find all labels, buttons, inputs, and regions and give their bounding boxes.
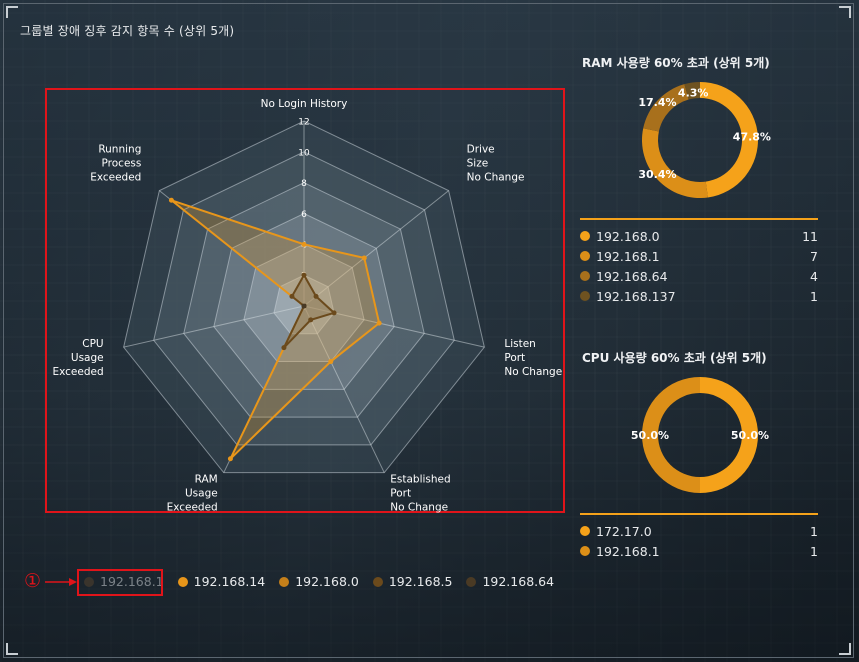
radar-axis-label: No Login History xyxy=(261,98,348,110)
callout-number: ① xyxy=(24,570,42,592)
radar-tick-label: 12 xyxy=(298,118,309,128)
list-item: 192.168.64 4 xyxy=(580,266,818,286)
ram-panel-title: RAM 사용량 60% 초과 (상위 5개) xyxy=(582,56,770,70)
radar-axis-label: Port xyxy=(504,352,525,364)
legend-label: 192.168.5 xyxy=(388,574,453,589)
legend-label: 192.168.64 xyxy=(482,574,555,589)
legend-item-192-168-5[interactable]: 192.168.5 xyxy=(372,574,453,589)
radar-point xyxy=(361,255,367,261)
legend-dot-icon xyxy=(580,271,590,281)
legend-dot-icon xyxy=(580,546,590,556)
radar-axis-label: Usage xyxy=(71,352,104,364)
list-item-count: 1 xyxy=(810,523,818,539)
donut-percent-label: 17.4% xyxy=(638,96,676,109)
ram-donut-chart: 47.8% 30.4% 17.4%4.3% xyxy=(638,82,771,198)
callout-arrow-icon xyxy=(45,578,77,586)
radar-axis-label: Running xyxy=(98,144,141,156)
radar-axis-label: No Change xyxy=(467,172,525,184)
list-item-ip: 172.17.0 xyxy=(596,523,652,539)
donut-slice xyxy=(642,128,708,198)
list-item-count: 1 xyxy=(810,288,818,304)
radar-axis-label: CPU xyxy=(82,338,103,350)
radar-axis-label: Port xyxy=(390,488,411,500)
radar-axis-label: Drive xyxy=(467,144,495,156)
cpu-legend-list: 172.17.0 1 192.168.1 1 xyxy=(580,521,818,561)
donut-percent-label: 50.0% xyxy=(631,429,669,442)
cpu-divider xyxy=(580,513,818,515)
cpu-donut-chart: 50.0% 50.0% xyxy=(631,377,769,493)
radar-point xyxy=(328,359,334,365)
list-item: 192.168.137 1 xyxy=(580,286,818,306)
radar-axis-label: Exceeded xyxy=(52,366,103,378)
radar-axis-label: RAM xyxy=(195,474,218,486)
radar-point xyxy=(289,293,295,299)
radar-tick-label: 10 xyxy=(298,148,310,158)
radar-series xyxy=(301,303,307,309)
legend-dot-icon xyxy=(279,576,290,587)
radar-point xyxy=(301,272,307,278)
radar-axis-label: Usage xyxy=(185,488,218,500)
radar-point xyxy=(227,456,233,462)
list-item-count: 7 xyxy=(810,248,818,264)
radar-point xyxy=(168,197,174,203)
legend-dot-icon xyxy=(372,576,383,587)
list-item-ip: 192.168.64 xyxy=(596,268,668,284)
radar-axis-label: Exceeded xyxy=(90,172,141,184)
list-item-ip: 192.168.1 xyxy=(596,543,660,559)
radar-axis-label: Established xyxy=(390,474,450,486)
legend-label: 192.168.0 xyxy=(295,574,359,589)
ram-legend-list: 192.168.0 11 192.168.1 7 192.168.64 4 192.168.… xyxy=(580,226,818,306)
radar-axis-label: No Change xyxy=(504,366,562,378)
radar-point xyxy=(281,345,287,351)
list-item-ip: 192.168.137 xyxy=(596,288,676,304)
legend-highlight-box xyxy=(77,569,163,596)
donut-percent-label: 30.4% xyxy=(638,168,676,181)
radar-axis-label: Size xyxy=(467,158,489,170)
ram-divider xyxy=(580,218,818,220)
radar-point xyxy=(301,241,307,247)
list-item: 192.168.0 11 xyxy=(580,226,818,246)
donut-percent-label: 47.8% xyxy=(733,131,771,144)
radar-point xyxy=(301,303,307,309)
radar-axis-label: Exceeded xyxy=(167,502,218,514)
list-item-ip: 192.168.0 xyxy=(596,228,660,244)
donut-percent-label: 4.3% xyxy=(678,86,709,99)
cpu-panel-title: CPU 사용량 60% 초과 (상위 5개) xyxy=(582,351,767,365)
radar-axis-label: No Change xyxy=(390,502,448,514)
radar-axis-label: Listen xyxy=(504,338,535,350)
legend-dot-icon xyxy=(177,576,188,587)
legend-dot-icon xyxy=(580,251,590,261)
legend-dot-icon xyxy=(466,576,477,587)
radar-tick-label: 6 xyxy=(301,210,307,220)
legend-item-192-168-14[interactable]: 192.168.14 xyxy=(177,574,266,589)
list-item-count: 4 xyxy=(810,268,818,284)
list-item-count: 1 xyxy=(810,543,818,559)
list-item: 192.168.1 1 xyxy=(580,541,818,561)
legend-dot-icon xyxy=(580,291,590,301)
list-item: 172.17.0 1 xyxy=(580,521,818,541)
list-item-count: 11 xyxy=(802,228,818,244)
donut-percent-label: 50.0% xyxy=(731,429,769,442)
legend-item-192-168-0[interactable]: 192.168.0 xyxy=(279,574,359,589)
radar-axis-label: Process xyxy=(102,158,142,170)
radar-tick-label: 8 xyxy=(301,179,307,189)
radar-point xyxy=(313,293,319,299)
legend-dot-icon xyxy=(580,526,590,536)
radar-point xyxy=(308,317,314,323)
legend-item-192-168-64[interactable]: 192.168.64 xyxy=(466,574,554,589)
list-item: 192.168.1 7 xyxy=(580,246,818,266)
list-item-ip: 192.168.1 xyxy=(596,248,660,264)
radar-point xyxy=(376,320,382,326)
legend-label: 192.168.14 xyxy=(193,574,266,589)
radar-point xyxy=(331,310,337,316)
legend-dot-icon xyxy=(580,231,590,241)
